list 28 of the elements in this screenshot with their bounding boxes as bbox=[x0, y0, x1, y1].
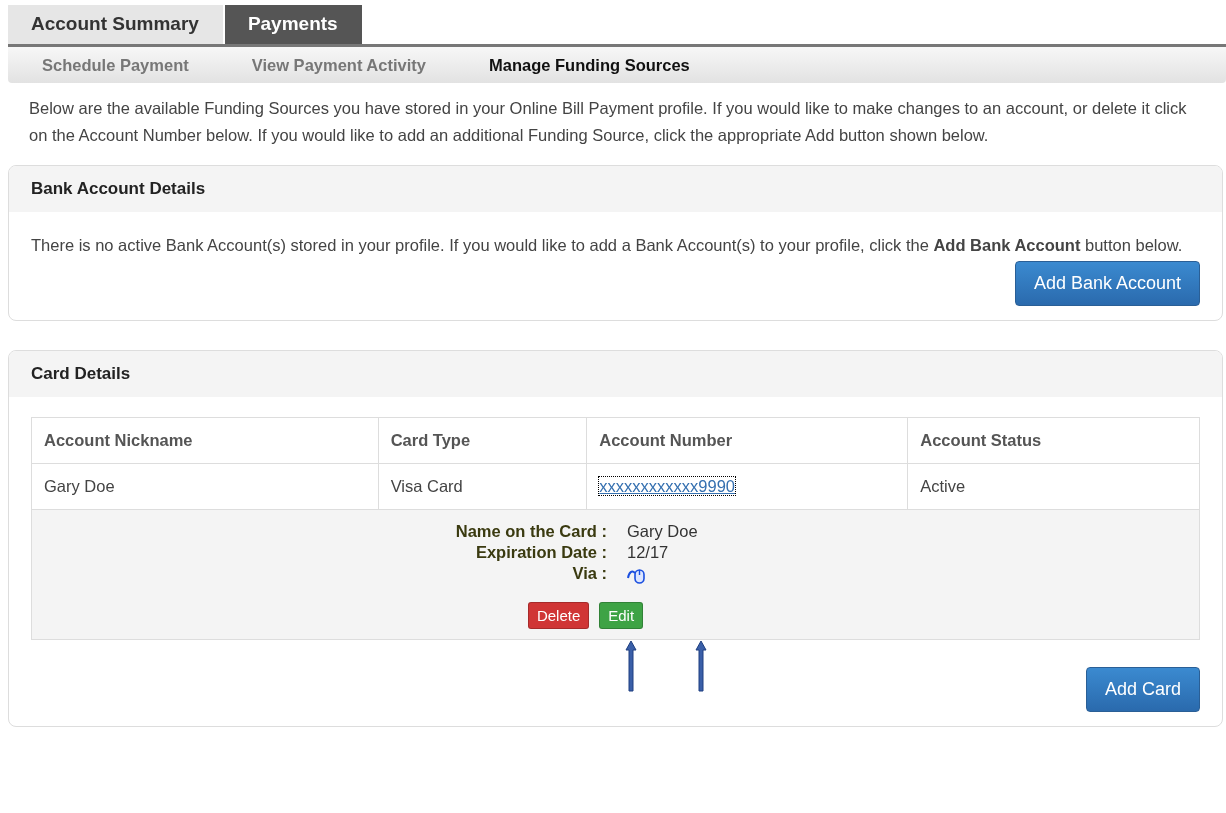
table-cell: Gary Doe bbox=[31, 463, 379, 510]
panel-title: Bank Account Details bbox=[31, 179, 206, 199]
detail-label: Expiration Date : bbox=[474, 543, 607, 562]
table-cell: Visa Card bbox=[378, 463, 587, 510]
detail-label: Via : bbox=[571, 564, 607, 584]
delete-button[interactable]: Delete bbox=[527, 602, 590, 629]
nav-tab[interactable]: Payments bbox=[224, 5, 362, 44]
bank-message: There is no active Bank Account(s) stored in your profile. If you would like to add a Bank Account(s) to your profile, click the Add Bank Account button below. bbox=[31, 235, 1184, 256]
column-header: Account Status bbox=[907, 417, 1200, 464]
detail-value: 12/17 bbox=[627, 543, 670, 562]
panel-title: Card Details bbox=[31, 364, 131, 384]
account-number-link[interactable]: xxxxxxxxxxxx9990 bbox=[599, 477, 735, 495]
up-arrow-icon bbox=[625, 640, 637, 692]
subnav-link[interactable]: View Payment Activity bbox=[217, 55, 426, 75]
column-header: Account Nickname bbox=[31, 417, 379, 464]
edit-button[interactable]: Edit bbox=[599, 602, 644, 629]
add-bank-account-button[interactable]: Add Bank Account bbox=[1014, 261, 1200, 306]
subnav-link[interactable]: Manage Funding Sources bbox=[455, 55, 690, 75]
add-card-button[interactable]: Add Card bbox=[1085, 667, 1200, 712]
subnav-link[interactable]: Schedule Payment bbox=[8, 55, 189, 75]
column-header: Card Type bbox=[378, 417, 587, 464]
nav-tab[interactable]: Account Summary bbox=[8, 5, 223, 44]
table-cell: Active bbox=[907, 463, 1200, 510]
detail-label: Name on the Card : bbox=[454, 522, 607, 541]
intro-text: Below are the available Funding Sources you have stored in your Online Bill Payment profile. If you would like to make changes to an account, or delete it click on the Account Number below. If you would like to add an additional Funding Source, click the appropriate Add button shown below. bbox=[29, 98, 1188, 146]
column-header: Account Number bbox=[586, 417, 908, 464]
detail-value: Gary Doe bbox=[627, 522, 699, 541]
up-arrow-icon bbox=[695, 640, 707, 692]
